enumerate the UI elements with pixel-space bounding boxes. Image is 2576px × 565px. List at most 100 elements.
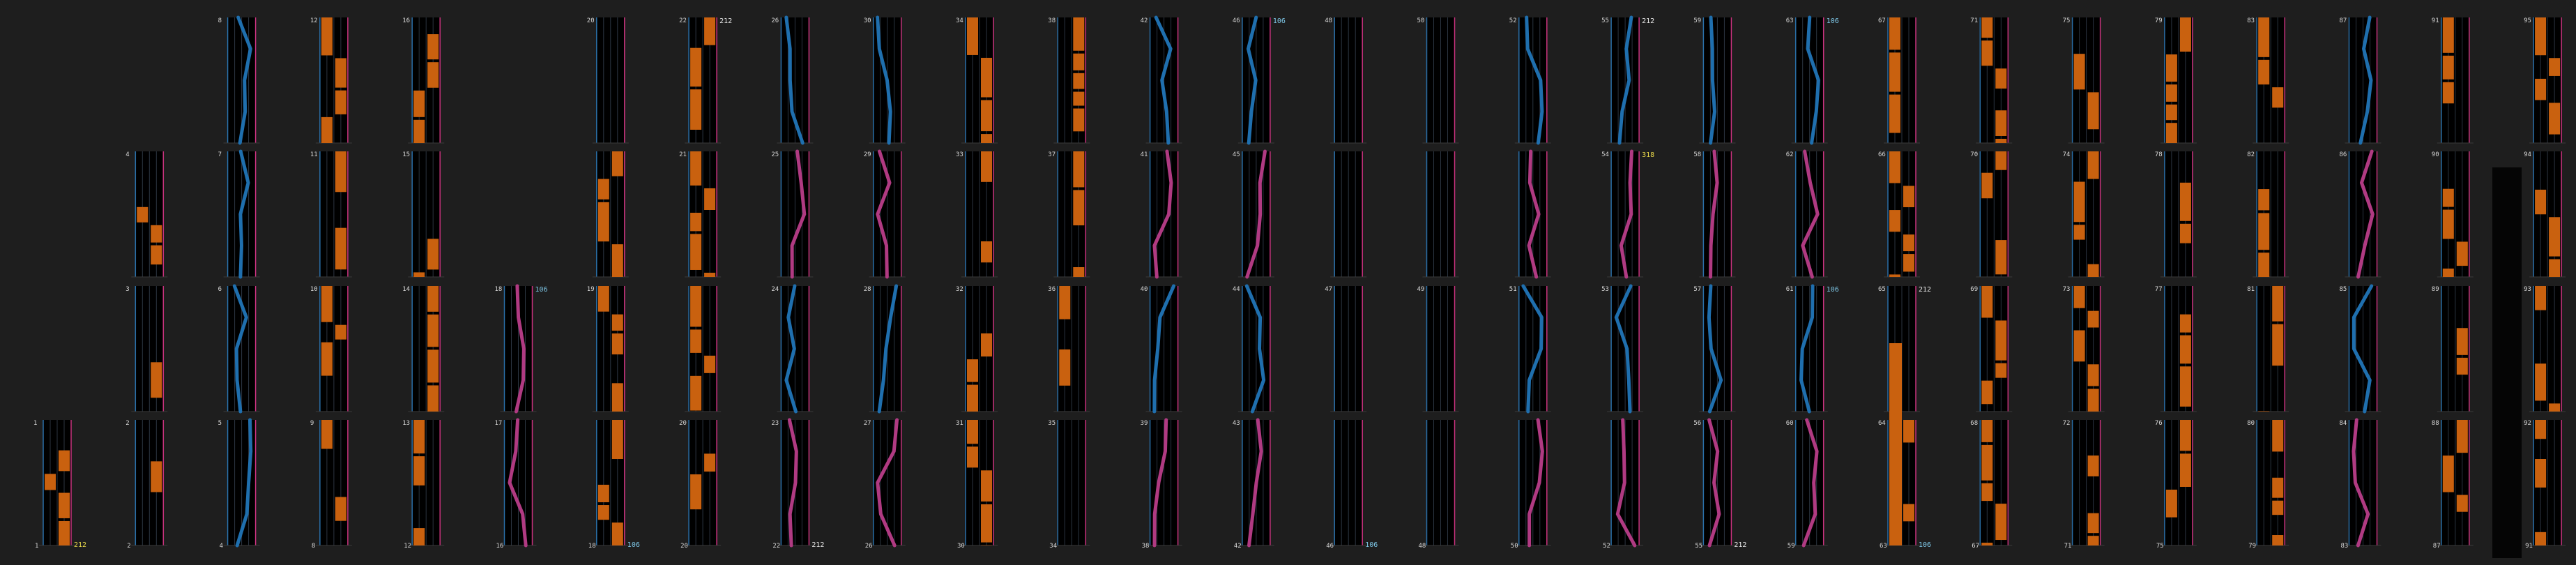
- panel-index-label: 27: [864, 420, 871, 427]
- value-tag: 212: [811, 541, 824, 549]
- panel-bottom-index: 79: [2248, 543, 2256, 550]
- value-tag: 106: [1273, 17, 1286, 25]
- orange-bar: [2535, 363, 2547, 401]
- panel-index-label: 23: [771, 420, 779, 427]
- panel-index-label: 34: [956, 17, 963, 24]
- orange-bar: [413, 272, 425, 277]
- panel-index-label: 90: [2432, 151, 2439, 158]
- orange-bar: [1059, 286, 1071, 319]
- panel-bottom-index: 55: [1695, 543, 1702, 550]
- orange-bar: [690, 474, 702, 510]
- orange-bar: [2087, 455, 2099, 476]
- orange-bar: [2456, 420, 2468, 453]
- orange-bar: [1073, 53, 1085, 70]
- panel-index-label: 56: [1693, 420, 1701, 427]
- orange-bar: [413, 420, 425, 454]
- orange-bar: [1981, 286, 1993, 318]
- orange-bar: [2535, 17, 2547, 56]
- orange-bar: [2442, 188, 2454, 207]
- panel-bottom-index: 71: [2064, 543, 2072, 550]
- panel-bottom-index: 16: [496, 543, 504, 550]
- panel-index-label: 44: [1233, 286, 1240, 293]
- orange-bar: [2179, 366, 2191, 407]
- orange-bar: [2258, 213, 2270, 250]
- panel-index-label: 9: [310, 420, 314, 427]
- panel-bottom-index: 46: [1326, 543, 1334, 550]
- orange-bar: [967, 446, 978, 468]
- panel-bottom-index: 8: [312, 543, 315, 550]
- panel-index-label: 22: [679, 17, 687, 24]
- panel-index-label: 74: [2063, 151, 2071, 158]
- panel-bottom-index: 26: [865, 543, 873, 550]
- panel-index-label: 75: [2063, 17, 2071, 24]
- panel-index-label: 10: [310, 286, 318, 293]
- panel-index-label: 61: [1786, 286, 1794, 293]
- orange-bar: [2179, 335, 2191, 364]
- orange-bar: [59, 520, 70, 545]
- orange-bar: [2165, 54, 2177, 82]
- orange-bar: [1889, 17, 1900, 50]
- panel-index-label: 76: [2155, 420, 2163, 427]
- panel-index-label: 15: [402, 151, 410, 158]
- orange-bar: [1981, 17, 1993, 38]
- orange-bar: [2087, 92, 2099, 130]
- orange-bar: [321, 17, 333, 56]
- panel-index-label: 95: [2524, 17, 2531, 24]
- panel-index-label: 67: [1878, 17, 1886, 24]
- orange-bar: [690, 375, 702, 411]
- panel-index-label: 36: [1048, 286, 1055, 293]
- panel-bottom-index: 20: [680, 543, 688, 550]
- orange-bar: [597, 484, 609, 503]
- orange-bar: [2179, 420, 2191, 451]
- orange-bar: [335, 497, 346, 521]
- orange-bar: [1995, 240, 2007, 275]
- panel-index-label: 32: [956, 286, 963, 293]
- orange-bar: [981, 241, 992, 263]
- panel-index-label: 70: [1970, 151, 1978, 158]
- panel-index-label: 29: [864, 151, 871, 158]
- orange-bar: [1903, 234, 1914, 252]
- orange-bar: [59, 492, 70, 518]
- panel-index-label: 53: [1601, 286, 1609, 293]
- orange-bar: [1073, 267, 1085, 277]
- orange-bar: [981, 134, 992, 143]
- orange-bar: [151, 461, 162, 492]
- orange-bar: [2073, 286, 2085, 308]
- panel-bottom-index: 59: [1788, 543, 1795, 550]
- orange-bar: [981, 100, 992, 132]
- panel-index-label: 48: [1325, 17, 1332, 24]
- panel-index-label: 92: [2524, 420, 2531, 427]
- orange-bar: [2087, 389, 2099, 412]
- orange-bar: [611, 314, 623, 331]
- orange-bar: [2549, 217, 2561, 257]
- panel-index-label: 66: [1878, 151, 1886, 158]
- orange-bar: [597, 286, 609, 312]
- orange-bar: [1073, 17, 1085, 51]
- orange-bar: [2535, 189, 2547, 215]
- panel-index-label: 1: [33, 420, 37, 427]
- orange-bar: [2258, 253, 2270, 277]
- orange-bar: [704, 355, 716, 373]
- orange-bar: [1995, 151, 2007, 170]
- panel-index-label: 20: [587, 17, 595, 24]
- panel-bottom-index: 67: [1972, 543, 1979, 550]
- orange-bar: [2165, 104, 2177, 121]
- orange-bar: [1995, 504, 2007, 541]
- panel-index-label: 80: [2247, 420, 2255, 427]
- panel-index-label: 59: [1693, 17, 1701, 24]
- orange-bar: [704, 17, 716, 45]
- panel-index-label: 42: [1141, 17, 1148, 24]
- panel-index-label: 54: [1601, 151, 1609, 158]
- orange-bar: [413, 119, 425, 143]
- panel-index-label: 40: [1141, 286, 1148, 293]
- panel-index-label: 69: [1970, 286, 1978, 293]
- panel-bottom-index: 18: [588, 543, 596, 550]
- panel-index-label: 17: [495, 420, 503, 427]
- panel-index-label: 47: [1325, 286, 1332, 293]
- orange-bar: [2535, 458, 2547, 488]
- orange-bar: [2179, 17, 2191, 52]
- panel-index-label: 57: [1693, 286, 1701, 293]
- panel-index-label: 37: [1048, 151, 1055, 158]
- orange-bar: [1073, 151, 1085, 188]
- orange-bar: [981, 57, 992, 98]
